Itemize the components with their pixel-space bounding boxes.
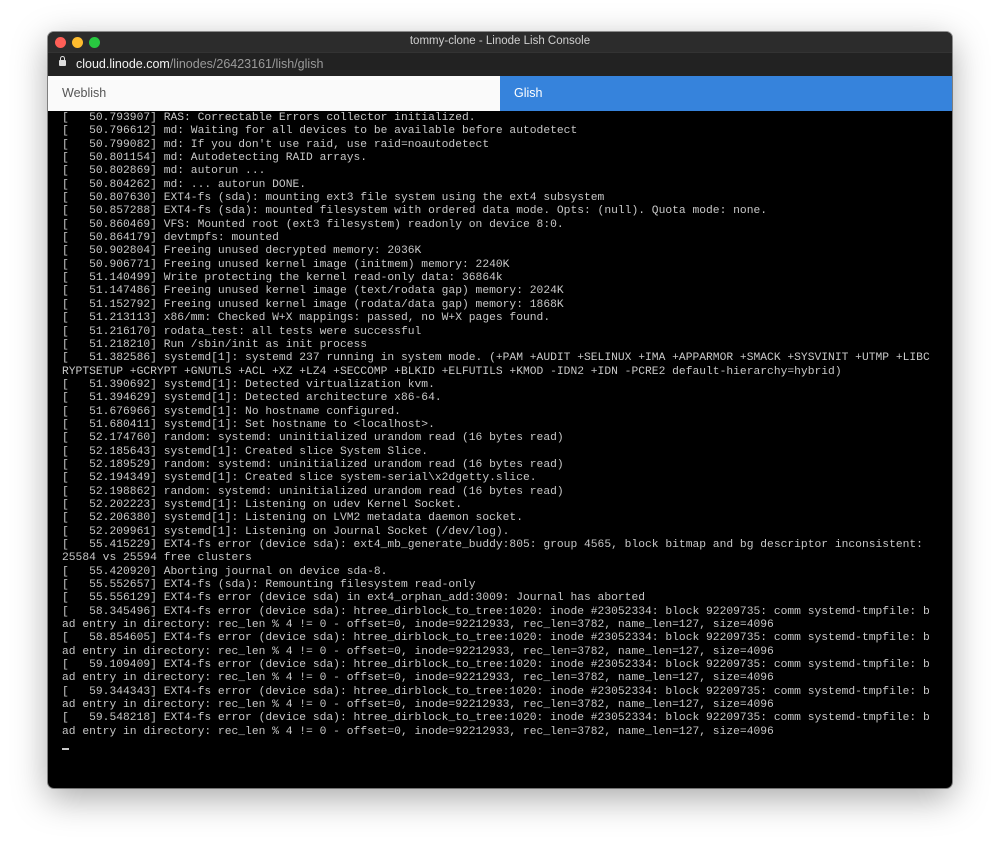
console-line: [ 52.185643] systemd[1]: Created slice S… [62,445,429,458]
console-line: [ 50.906771] Freeing unused kernel image… [62,258,510,271]
console-line: [ 52.206380] systemd[1]: Listening on LV… [62,512,523,525]
console-line: [ 51.147486] Freeing unused kernel image… [62,285,564,298]
console-line: [ 52.198862] random: systemd: uninitiali… [62,485,564,498]
address-bar[interactable]: cloud.linode.com/linodes/26423161/lish/g… [48,52,952,76]
console-line: [ 55.420920] Aborting journal on device … [62,565,388,578]
console-line: [ 50.793907] RAS: Correctable Errors col… [62,112,476,124]
window-title: tommy-clone - Linode Lish Console [409,35,591,47]
lock-icon [59,56,66,66]
console-line: [ 50.802869] md: autorun ... [62,165,266,178]
console-line [62,739,930,755]
console-line: [ 51.394629] systemd[1]: Detected archit… [62,392,442,405]
console-line: [ 58.854605] EXT4-fs error (device sda):… [62,632,930,658]
console-line: [ 50.857288] EXT4-fs (sda): mounted file… [62,205,768,218]
url-text[interactable]: cloud.linode.com/linodes/26423161/lish/g… [76,57,323,71]
console-line: [ 51.213113] x86/mm: Checked W+X mapping… [62,312,551,325]
console-line: [ 50.799082] md: If you don't use raid, … [62,138,490,151]
console-line: [ 51.216170] rodata_test: all tests were… [62,325,422,338]
console-line: [ 51.676966] systemd[1]: No hostname con… [62,405,401,418]
console-line: [ 59.344343] EXT4-fs error (device sda):… [62,685,930,712]
console-line: [ 50.801154] md: Autodetecting RAID arra… [62,152,368,165]
browser-window: tommy-clone - Linode Lish Console cloud.… [48,32,952,788]
console-line: [ 55.552657] EXT4-fs (sda): Remounting f… [62,579,476,592]
console-tabs: Weblish Glish [48,76,952,111]
console-line: [ 50.804262] md: ... autorun DONE. [62,178,307,191]
console-line: [ 50.796612] md: Waiting for all devices… [62,125,578,138]
console-line: [ 55.556129] EXT4-fs error (device sda) … [62,592,646,605]
console-line: [ 58.345496] EXT4-fs error (device sda):… [62,605,930,632]
console-output[interactable]: [ 50.793907] RAS: Correctable Errors col… [62,112,942,756]
url-host: cloud.linode.com [76,57,170,71]
tab-weblish[interactable]: Weblish [48,76,500,111]
console-line: [ 52.174760] random: systemd: uninitiali… [62,432,564,445]
console-line: [ 52.209961] systemd[1]: Listening on Jo… [62,525,510,538]
console-line: [ 51.218210] Run /sbin/init as init proc… [62,338,368,351]
console-line: [ 59.109409] EXT4-fs error (device sda):… [62,659,930,685]
console-line: [ 51.680411] systemd[1]: Set hostname to… [62,418,435,431]
console-line: [ 51.382586] systemd[1]: systemd 237 run… [62,352,930,378]
console-line: [ 52.194349] systemd[1]: Created slice s… [62,472,537,485]
console-line: [ 59.548218] EXT4-fs error (device sda):… [62,712,930,738]
console-line: [ 52.202223] systemd[1]: Listening on ud… [62,498,462,511]
console-line: [ 51.140499] Write protecting the kernel… [62,272,503,285]
console-line: [ 55.415229] EXT4-fs error (device sda):… [62,539,930,565]
url-path: /linodes/26423161/lish/glish [169,57,324,71]
terminal-cursor [62,748,69,751]
console-line: [ 50.860469] VFS: Mounted root (ext3 fil… [62,218,564,231]
console-line: [ 51.152792] Freeing unused kernel image… [62,298,564,311]
tab-glish[interactable]: Glish [500,76,952,111]
console-line: [ 50.864179] devtmpfs: mounted [62,232,279,245]
console-line: [ 52.189529] random: systemd: uninitiali… [62,458,564,471]
console-line: [ 51.390692] systemd[1]: Detected virtua… [62,378,435,391]
title-bar: tommy-clone - Linode Lish Console [48,32,952,52]
console-line: [ 50.902804] Freeing unused decrypted me… [62,245,422,258]
console-line: [ 50.807630] EXT4-fs (sda): mounting ext… [62,192,605,205]
